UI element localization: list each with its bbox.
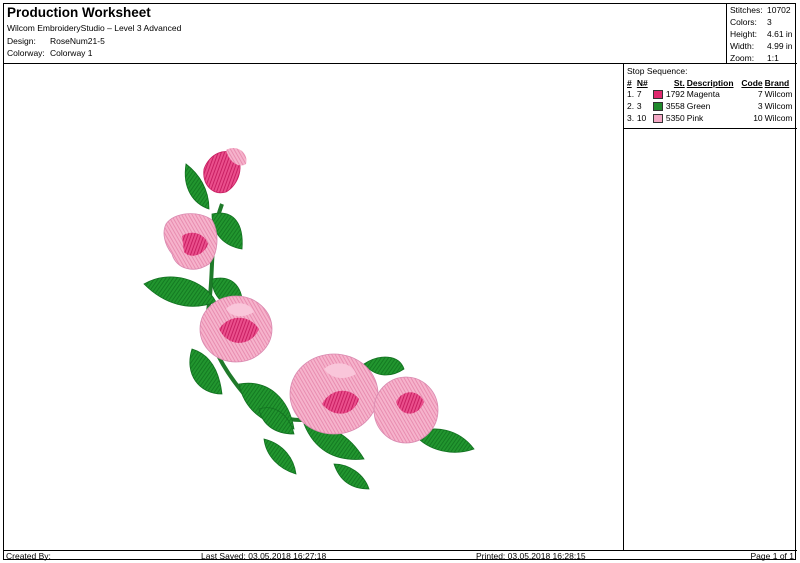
col-header-code: Code: [741, 77, 763, 88]
zoom-value: 1:1: [767, 53, 779, 63]
software-name: Wilcom EmbroideryStudio – Level 3 Advanc…: [7, 23, 182, 33]
colors-value: 3: [767, 17, 772, 27]
printed-date: Printed: 03.05.2018 16:28:15: [476, 551, 586, 561]
page-number: Page 1 of 1: [750, 551, 794, 561]
last-saved: Last Saved: 03.05.2018 16:27:18: [201, 551, 327, 561]
table-row: 2. 3 3558 Green 3 Wilcom: [627, 100, 793, 112]
divider: [624, 128, 797, 129]
stop-sequence-table: # N# St. Description Code Brand 1. 7 179…: [626, 77, 796, 124]
rose-embroidery-icon: [143, 147, 475, 490]
stop-sequence-title: Stop Sequence:: [627, 66, 688, 76]
col-header-brand: Brand: [764, 77, 790, 88]
colorway-row: Colorway: Colorway 1: [7, 48, 93, 58]
table-header-row: # N# St. Description Code Brand: [626, 77, 796, 88]
design-row: Design: RoseNum21-5: [7, 36, 105, 46]
color-swatch-pink: [653, 114, 664, 124]
col-header-num: #: [627, 77, 632, 88]
table-row: 3. 10 5350 Pink 10 Wilcom: [627, 112, 793, 124]
colorway-label: Colorway:: [7, 48, 45, 58]
worksheet-footer: Created By: Last Saved: 03.05.2018 16:27…: [4, 550, 797, 561]
design-value: RoseNum21-5: [50, 36, 105, 46]
col-header-description: Description: [686, 77, 734, 88]
stat-zoom: Zoom: 1:1: [730, 53, 779, 63]
width-value: 4.99 in: [767, 41, 793, 51]
stat-height: Height: 4.61 in: [730, 29, 793, 39]
col-header-needle: N#: [636, 77, 648, 88]
design-label: Design:: [7, 36, 36, 46]
col-header-stitch: St.: [673, 77, 685, 88]
color-swatch-green: [653, 102, 664, 112]
stop-sequence-panel: Stop Sequence: # N# St. Description Code…: [624, 64, 797, 550]
stat-stitches: Stitches: 10702: [730, 5, 791, 15]
created-by: Created By:: [6, 551, 51, 561]
color-swatch-magenta: [653, 90, 664, 100]
design-stats: Stitches: 10702 Colors: 3 Height: 4.61 in W…: [726, 4, 797, 63]
table-row: 1. 7 1792 Magenta 7 Wilcom: [627, 88, 793, 100]
design-preview: [4, 64, 624, 550]
page-title: Production Worksheet: [7, 5, 151, 20]
colorway-value: Colorway 1: [50, 48, 93, 58]
height-value: 4.61 in: [767, 29, 793, 39]
worksheet-header: Production Worksheet Wilcom EmbroiderySt…: [4, 4, 797, 64]
stitches-value: 10702: [767, 5, 791, 15]
stat-width: Width: 4.99 in: [730, 41, 793, 51]
worksheet: Production Worksheet Wilcom EmbroiderySt…: [3, 3, 797, 561]
stat-colors: Colors: 3: [730, 17, 772, 27]
